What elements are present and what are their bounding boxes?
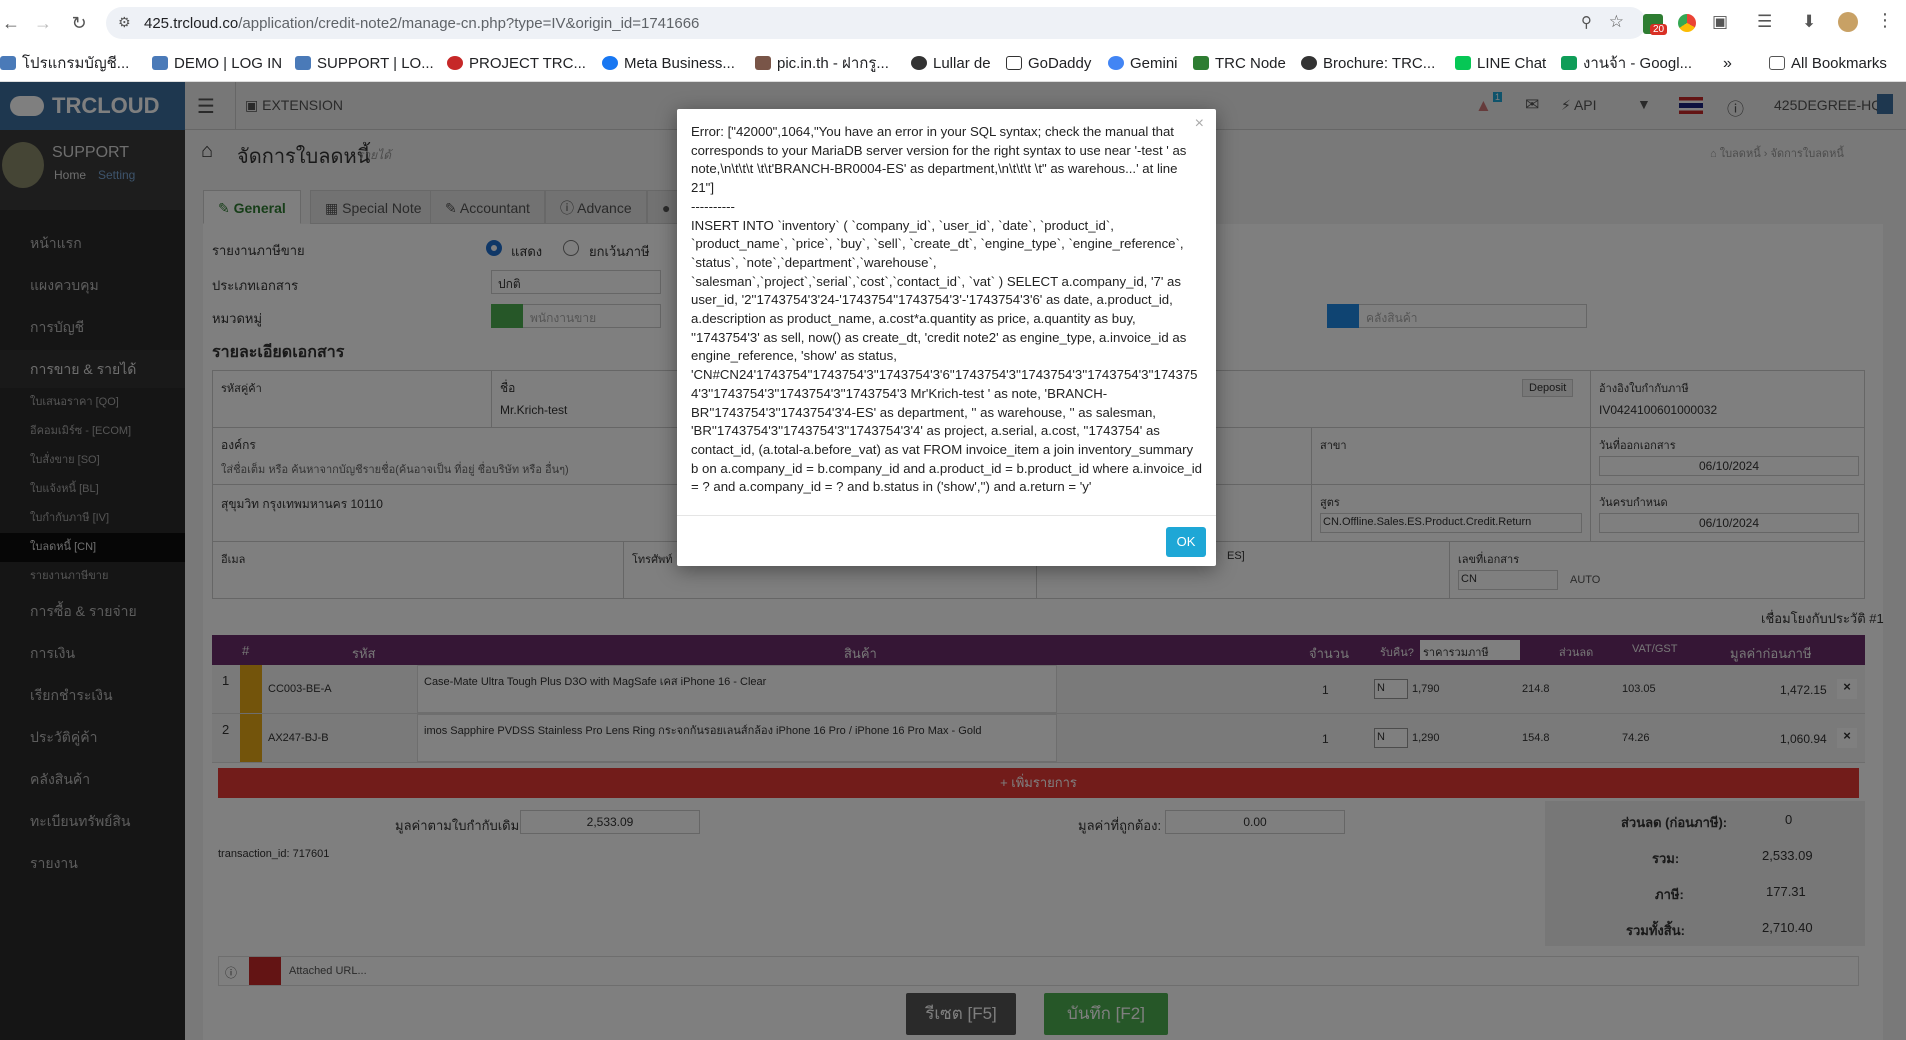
extension-badge: 20 bbox=[1650, 24, 1668, 35]
bookmark-item[interactable]: Lullar de bbox=[911, 54, 991, 74]
error-message: Error: ["42000",1064,"You have an error … bbox=[691, 124, 1202, 495]
download-icon[interactable]: ⬇ bbox=[1802, 12, 1816, 32]
bookmark-item[interactable]: Brochure: TRC... bbox=[1301, 54, 1435, 74]
more-bookmarks-icon[interactable]: » bbox=[1723, 54, 1732, 74]
back-icon[interactable]: ← bbox=[0, 12, 22, 34]
bookmark-item[interactable]: DEMO | LOG IN bbox=[152, 54, 282, 74]
bookmark-item[interactable]: งานจ้า - Googl... bbox=[1561, 54, 1692, 74]
zoom-icon[interactable]: ⚲ bbox=[1581, 13, 1592, 31]
reload-icon[interactable]: ↻ bbox=[68, 12, 90, 34]
media-icon[interactable]: ☰ bbox=[1757, 12, 1772, 32]
ok-button[interactable]: OK bbox=[1166, 527, 1206, 557]
error-dialog: × Error: ["42000",1064,"You have an erro… bbox=[677, 109, 1216, 566]
address-bar-row: ← → ↻ ⚙ 425.trcloud.co/application/credi… bbox=[0, 0, 1906, 46]
bookmark-item[interactable]: GoDaddy bbox=[1006, 54, 1091, 74]
url-host: 425.trcloud.co bbox=[144, 15, 239, 32]
bookmark-item[interactable]: LINE Chat bbox=[1455, 54, 1546, 74]
url-path: /application/credit-note2/manage-cn.php?… bbox=[238, 15, 700, 32]
forward-icon[interactable]: → bbox=[32, 12, 54, 34]
bookmark-item[interactable]: Meta Business... bbox=[602, 54, 735, 74]
bookmark-star-icon[interactable]: ☆ bbox=[1609, 12, 1624, 32]
site-info-icon[interactable]: ⚙ bbox=[118, 14, 131, 31]
menu-dots-icon[interactable]: ⋮ bbox=[1876, 10, 1894, 31]
color-extension-icon[interactable] bbox=[1678, 14, 1696, 32]
profile-avatar[interactable] bbox=[1838, 12, 1858, 32]
all-bookmarks[interactable]: All Bookmarks bbox=[1769, 54, 1887, 74]
bookmarks-bar: โปรแกรมบัญชี... DEMO | LOG IN SUPPORT | … bbox=[0, 46, 1906, 82]
browser-chrome: ← → ↻ ⚙ 425.trcloud.co/application/credi… bbox=[0, 0, 1906, 82]
bookmark-item[interactable]: PROJECT TRC... bbox=[447, 54, 586, 74]
bookmark-item[interactable]: Gemini bbox=[1108, 54, 1178, 74]
bookmark-item[interactable]: TRC Node bbox=[1193, 54, 1286, 74]
bookmark-item[interactable]: pic.in.th - ฝากรู... bbox=[755, 54, 889, 74]
bookmark-item[interactable]: SUPPORT | LO... bbox=[295, 54, 434, 74]
bookmark-item[interactable]: โปรแกรมบัญชี... bbox=[0, 54, 129, 74]
dialog-footer: OK bbox=[677, 515, 1216, 566]
extensions-puzzle-icon[interactable]: ▣ bbox=[1712, 12, 1728, 32]
url-bar[interactable]: ⚙ 425.trcloud.co/application/credit-note… bbox=[106, 7, 1646, 39]
